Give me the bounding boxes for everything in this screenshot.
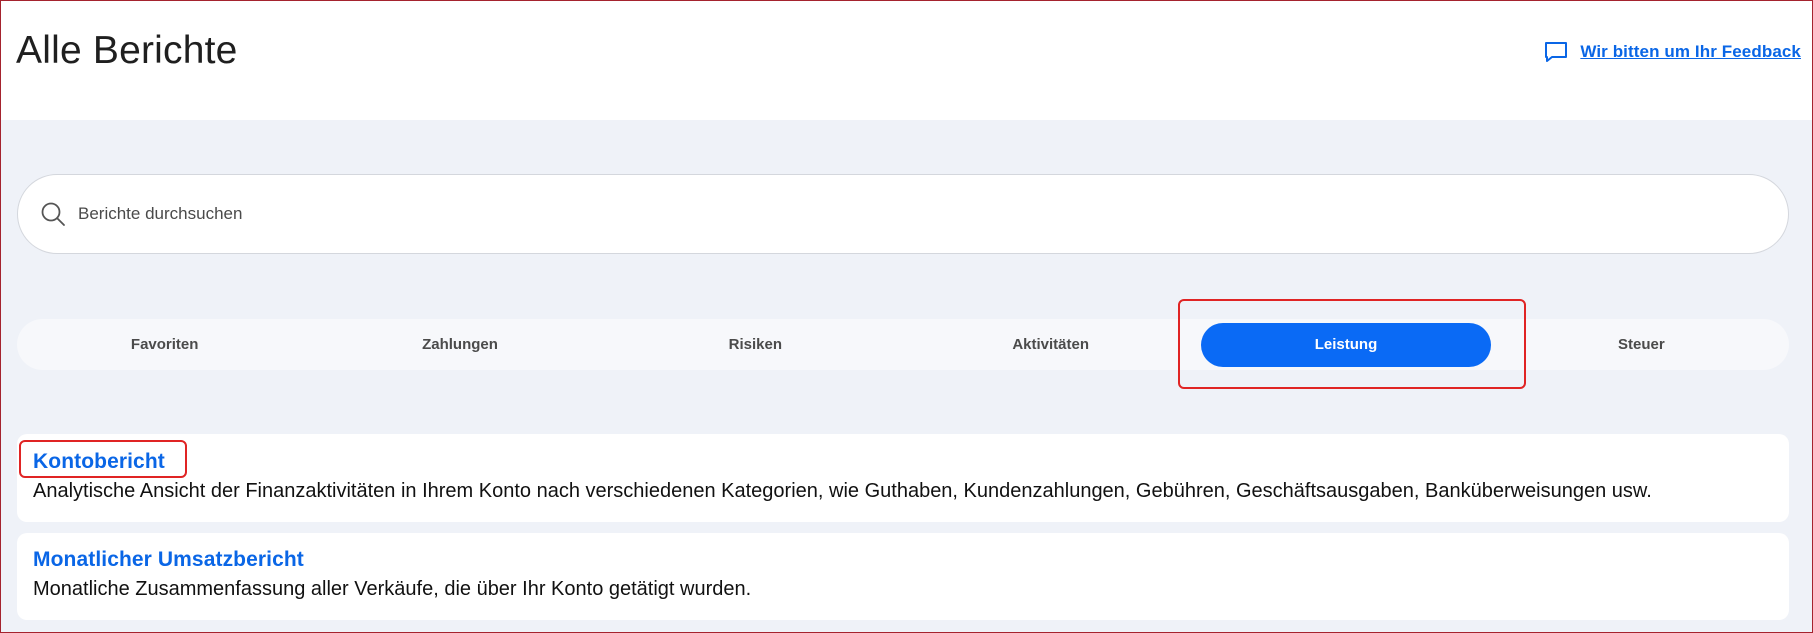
page-header: Alle Berichte Wir bitten um Ihr Feedback [1, 1, 1812, 120]
report-card: Kontobericht Analytische Ansicht der Fin… [17, 434, 1789, 522]
tab-favoriten[interactable]: Favoriten [17, 319, 312, 370]
page-title: Alle Berichte [16, 29, 238, 72]
chat-bubble-icon [1544, 41, 1568, 63]
feedback-link[interactable]: Wir bitten um Ihr Feedback [1544, 41, 1801, 63]
report-description: Monatliche Zusammenfassung aller Verkäuf… [33, 578, 752, 600]
report-category-tabs: Favoriten Zahlungen Risiken Aktivitäten … [17, 319, 1789, 370]
feedback-link-label: Wir bitten um Ihr Feedback [1580, 42, 1801, 61]
search-bar[interactable] [17, 174, 1789, 254]
tab-leistung[interactable]: Leistung [1200, 322, 1491, 367]
report-title-link[interactable]: Monatlicher Umsatzbericht [33, 548, 304, 572]
app-window: Alle Berichte Wir bitten um Ihr Feedback… [0, 0, 1813, 633]
tab-steuer[interactable]: Steuer [1494, 319, 1789, 370]
search-icon [40, 201, 66, 227]
report-description: Analytische Ansicht der Finanzaktivitäte… [33, 480, 1652, 502]
tab-aktivitaeten[interactable]: Aktivitäten [903, 319, 1198, 370]
search-input[interactable] [76, 203, 1680, 225]
report-title-link[interactable]: Kontobericht [33, 450, 165, 474]
tab-zahlungen[interactable]: Zahlungen [312, 319, 607, 370]
report-card: Monatlicher Umsatzbericht Monatliche Zus… [17, 533, 1789, 620]
tab-risiken[interactable]: Risiken [608, 319, 903, 370]
